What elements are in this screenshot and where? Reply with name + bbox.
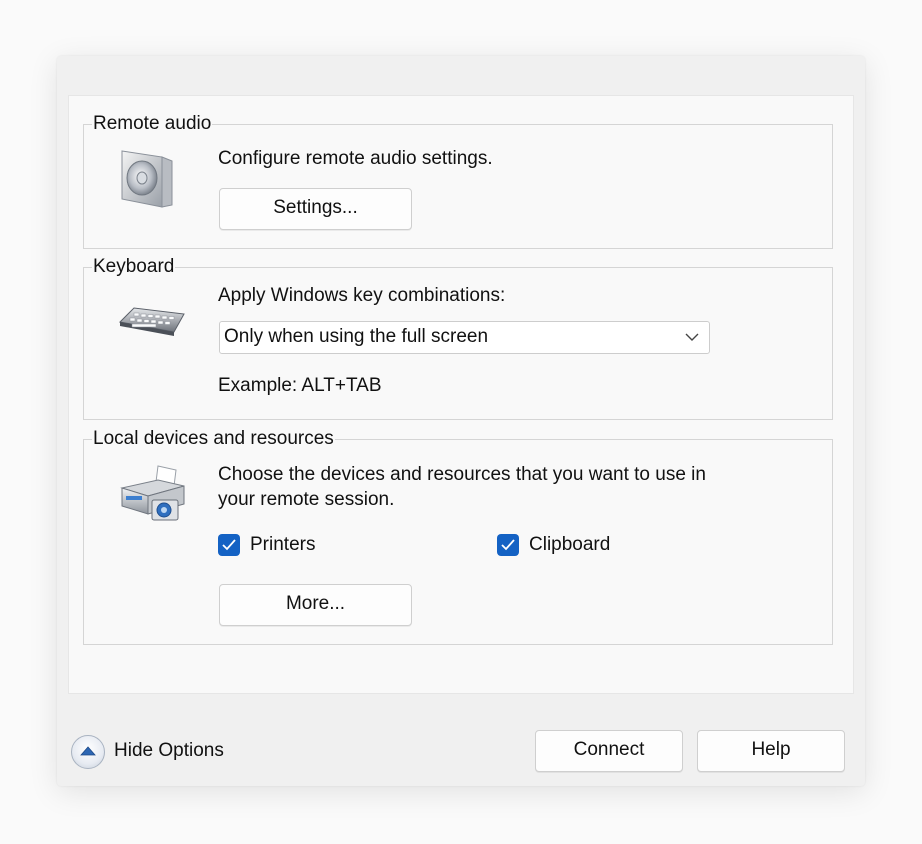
- chevron-up-icon: [80, 746, 96, 756]
- local-devices-title: Local devices and resources: [92, 428, 335, 449]
- more-button[interactable]: More...: [219, 584, 412, 626]
- keyboard-label: Apply Windows key combinations:: [218, 285, 506, 306]
- hide-options-label[interactable]: Hide Options: [114, 739, 224, 763]
- remote-audio-group: Remote audio Configure remote audio sett…: [83, 114, 833, 249]
- clipboard-checkbox[interactable]: [497, 534, 519, 556]
- local-devices-description-line1: Choose the devices and resources that yo…: [218, 464, 706, 485]
- remote-audio-description: Configure remote audio settings.: [218, 148, 493, 169]
- windows-key-combinations-dropdown[interactable]: Only when using the full screen: [219, 321, 710, 354]
- options-panel: Remote audio Configure remote audio sett…: [68, 95, 854, 694]
- printer-icon: [118, 464, 188, 529]
- connect-button[interactable]: Connect: [535, 730, 683, 772]
- local-devices-group: Local devices and resources Choose the d…: [83, 429, 833, 645]
- hide-options-button[interactable]: [71, 735, 105, 769]
- speaker-icon: [118, 147, 176, 216]
- keyboard-icon: [118, 304, 186, 343]
- printers-checkbox[interactable]: [218, 534, 240, 556]
- chevron-down-icon: [685, 333, 699, 341]
- keyboard-example: Example: ALT+TAB: [218, 375, 382, 396]
- help-button[interactable]: Help: [697, 730, 845, 772]
- dropdown-selected-value: Only when using the full screen: [224, 326, 489, 347]
- clipboard-label[interactable]: Clipboard: [529, 533, 610, 557]
- keyboard-title: Keyboard: [92, 256, 176, 277]
- checkmark-icon: [222, 539, 236, 551]
- keyboard-group: Keyboard Apply Windows key combinations:…: [83, 257, 833, 420]
- local-devices-description-line2: your remote session.: [218, 489, 395, 510]
- checkmark-icon: [501, 539, 515, 551]
- printers-label[interactable]: Printers: [250, 533, 315, 557]
- settings-button[interactable]: Settings...: [219, 188, 412, 230]
- options-window: Remote audio Configure remote audio sett…: [57, 56, 865, 786]
- remote-audio-title: Remote audio: [92, 113, 213, 134]
